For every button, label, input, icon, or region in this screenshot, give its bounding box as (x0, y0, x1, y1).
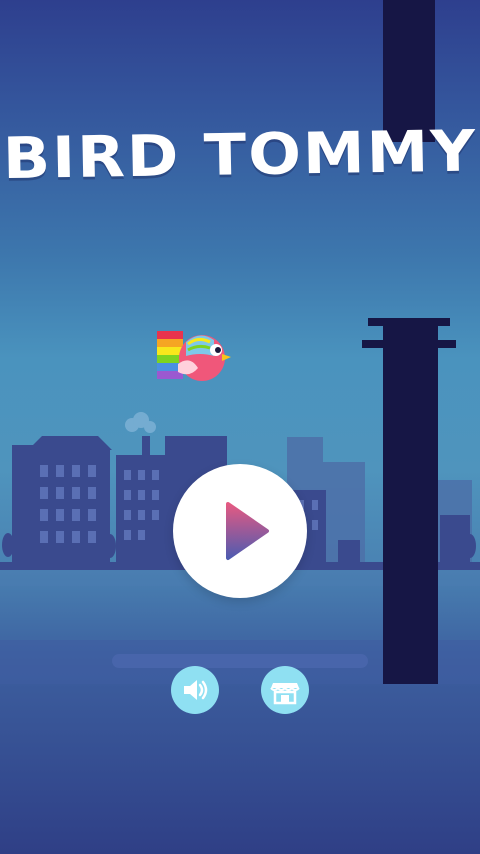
progress-track (112, 654, 368, 668)
play-button[interactable] (173, 464, 307, 598)
shop-icon (270, 683, 300, 705)
bird-body (178, 335, 231, 381)
speaker-icon (184, 680, 208, 700)
play-icon (226, 502, 269, 560)
bird-character (157, 331, 231, 381)
sound-button[interactable] (171, 666, 219, 714)
shop-button[interactable] (261, 666, 309, 714)
game-scene: BIRD TOMMY (0, 0, 480, 854)
